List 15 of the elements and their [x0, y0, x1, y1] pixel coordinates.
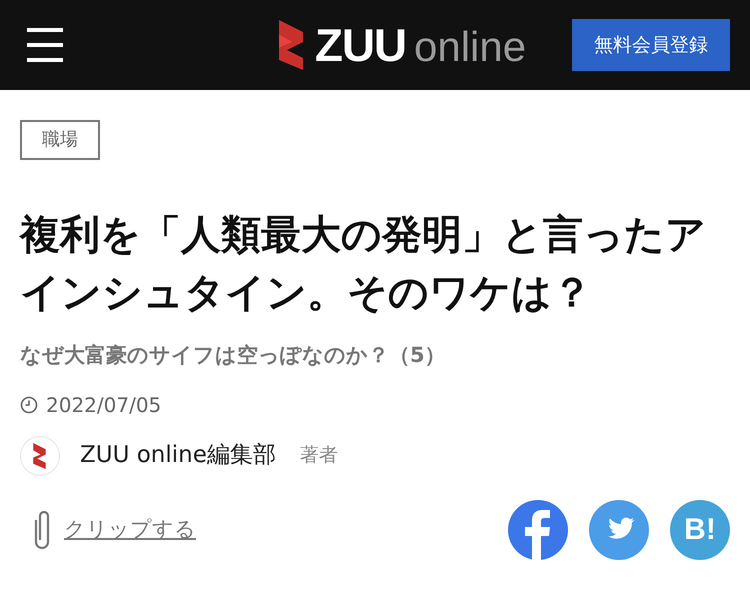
author-avatar: [20, 436, 60, 476]
category-tag[interactable]: 職場: [20, 120, 100, 160]
clock-icon: [20, 396, 38, 414]
author-name[interactable]: ZUU online編集部: [80, 438, 276, 473]
article-title: 複利を「人類最大の発明」と言ったアインシュタイン。そのワケは？: [20, 211, 707, 318]
menu-icon[interactable]: [27, 28, 63, 62]
publish-date: 2022/07/05: [46, 392, 162, 418]
author-role: 著者: [300, 443, 338, 468]
logo-icon: [278, 20, 305, 70]
article-subtitle: なぜ大富豪のサイフは空っぽなのか？（5）: [20, 342, 447, 369]
register-button[interactable]: 無料会員登録: [572, 19, 730, 71]
bird-share-icon[interactable]: [589, 500, 649, 560]
facebook-share-icon[interactable]: [508, 500, 568, 560]
logo-text[interactable]: ZUU online: [314, 22, 526, 68]
clip-link[interactable]: クリップする: [64, 514, 196, 546]
